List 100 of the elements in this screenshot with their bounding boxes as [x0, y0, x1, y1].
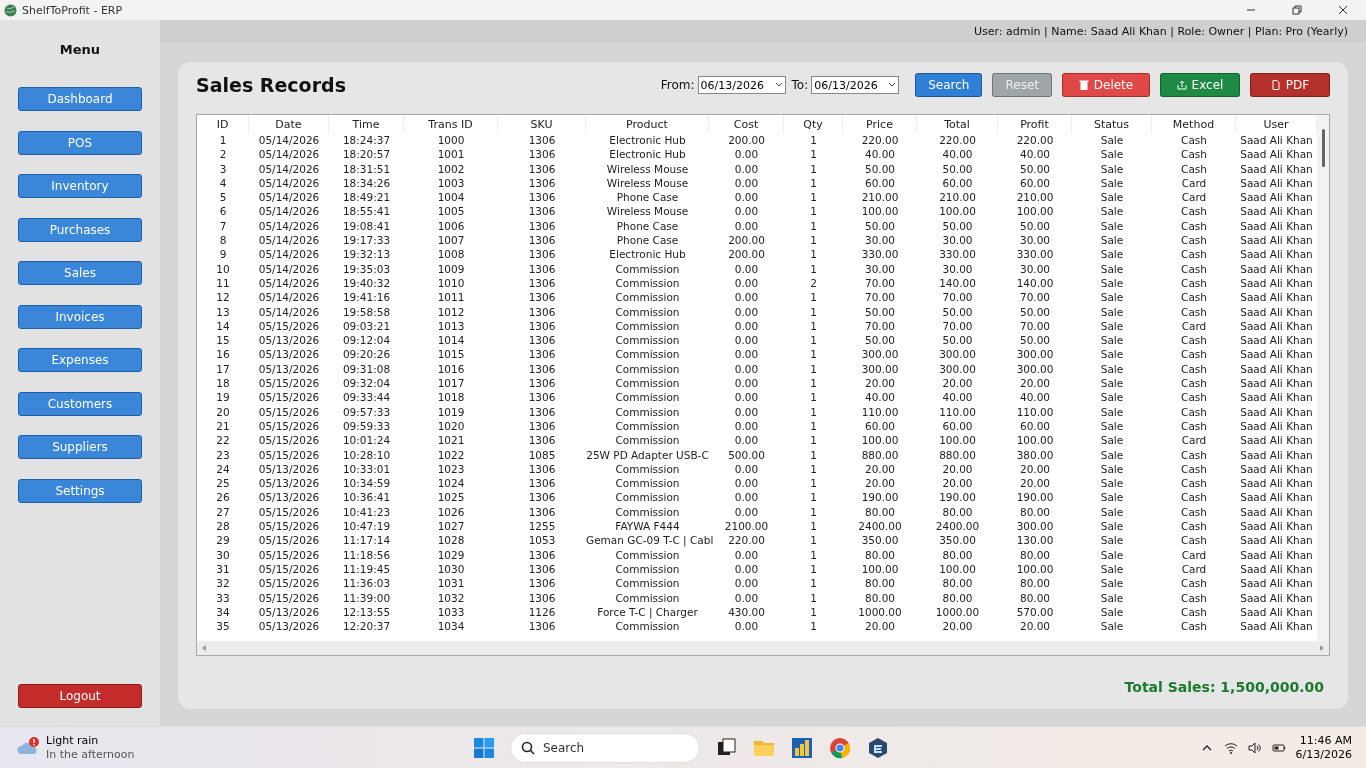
action-button[interactable]: Excel	[1160, 73, 1240, 97]
nav-button[interactable]: Expenses	[18, 348, 142, 372]
table-cell: 34	[216, 605, 230, 618]
table-cell: 1306	[528, 305, 556, 318]
column-header[interactable]: Product	[586, 115, 709, 133]
clock-date[interactable]: 6/13/2026	[1295, 748, 1352, 762]
table-cell: Geman GC-09 T-C | Cabl	[586, 534, 714, 547]
taskbar-search-field[interactable]: Search	[510, 733, 700, 763]
table-cell: 0.00	[734, 148, 759, 161]
search-icon	[521, 741, 535, 755]
table-cell: 1	[810, 491, 817, 504]
logout-button[interactable]: Logout	[18, 684, 142, 708]
table-cell: 05/15/2026	[258, 391, 320, 404]
table-cell: 0.00	[734, 405, 759, 418]
from-date-field[interactable]: 06/13/2026	[697, 76, 786, 94]
to-date-field[interactable]: 06/13/2026	[811, 76, 900, 94]
table-cell: 1029	[437, 548, 465, 561]
table-cell: 1015	[437, 348, 465, 361]
column-header[interactable]: Time	[329, 115, 404, 133]
vertical-scrollbar[interactable]	[1317, 115, 1329, 641]
column-header[interactable]: Method	[1152, 115, 1236, 133]
table-cell: 1306	[528, 362, 556, 375]
table-cell: 05/15/2026	[258, 548, 320, 561]
table-cell: Cash	[1181, 534, 1207, 547]
table-cell: 300.00	[861, 348, 899, 361]
column-header[interactable]: Date	[249, 115, 329, 133]
action-button[interactable]: PDF	[1250, 73, 1330, 97]
column-header[interactable]: Total	[917, 115, 998, 133]
table-cell: Sale	[1100, 362, 1124, 375]
table-cell: Cash	[1181, 219, 1207, 232]
table-cell: 18	[216, 377, 230, 390]
table-cell: 0.00	[734, 334, 759, 347]
table-cell: Sale	[1100, 520, 1124, 532]
table-cell: 05/13/2026	[258, 462, 320, 475]
nav-button[interactable]: Purchases	[18, 217, 142, 242]
clock-time[interactable]: 11:46 AM	[1299, 734, 1352, 748]
column-header[interactable]: Cost	[709, 115, 784, 133]
table-cell: Cash	[1181, 520, 1207, 532]
menu-heading: Menu	[59, 42, 101, 57]
table-cell: 220.00	[939, 134, 976, 146]
table-cell: Sale	[1100, 391, 1124, 404]
table-cell: 20.00	[1019, 462, 1051, 475]
table-cell: 80.00	[864, 591, 896, 604]
table-cell: 1	[810, 391, 817, 404]
table-cell: 0.00	[734, 205, 759, 218]
column-header[interactable]: ID	[197, 115, 249, 133]
table-cell: Phone Case	[616, 234, 679, 247]
browser-icon[interactable]	[828, 736, 852, 760]
table-cell: 1007	[437, 234, 465, 247]
table-cell: 430.00	[728, 605, 765, 618]
close-icon[interactable]	[1338, 5, 1348, 15]
speaker-icon[interactable]	[1247, 741, 1262, 755]
action-button[interactable]: Delete	[1062, 73, 1150, 97]
nav-button[interactable]: Customers	[18, 391, 142, 416]
column-header[interactable]: Qty	[784, 115, 843, 133]
table-cell: 1006	[437, 219, 465, 232]
restore-icon[interactable]	[1292, 5, 1302, 15]
table-cell: Card	[1181, 562, 1207, 575]
table-cell: Saad Ali Khan	[1240, 505, 1313, 518]
column-header[interactable]: SKU	[498, 115, 586, 133]
column-header[interactable]: Status	[1072, 115, 1152, 133]
table-cell: 1	[810, 234, 817, 247]
table-cell: 50.00	[1019, 219, 1051, 232]
battery-icon[interactable]	[1271, 741, 1286, 755]
column-header[interactable]: Price	[843, 115, 917, 133]
table-cell: 1012	[437, 305, 465, 318]
windows-start-icon[interactable]	[472, 736, 496, 760]
table-cell: Sale	[1100, 148, 1124, 161]
nav-button[interactable]: Dashboard	[18, 87, 142, 111]
table-cell: 350.00	[939, 534, 976, 547]
table-cell: 1000	[437, 134, 465, 146]
wifi-icon[interactable]	[1223, 741, 1238, 755]
bar-chart-icon[interactable]	[790, 736, 814, 760]
nav-button[interactable]: POS	[18, 130, 142, 155]
table-cell: 1026	[437, 505, 465, 518]
table-cell: Commission	[615, 362, 680, 375]
column-header[interactable]: Trans ID	[404, 115, 498, 133]
table-cell: 05/14/2026	[258, 176, 320, 189]
table-cell: 1032	[437, 591, 465, 604]
table-cell: 18:55:41	[342, 205, 391, 218]
table-cell: 1	[810, 434, 817, 447]
nav-button[interactable]: Suppliers	[18, 435, 142, 459]
table-cell: 0.00	[734, 291, 759, 304]
app-icon[interactable]	[866, 736, 890, 760]
table-cell: Cash	[1181, 505, 1207, 518]
nav-button[interactable]: Inventory	[18, 174, 142, 198]
action-button[interactable]: Search	[915, 73, 983, 97]
table-cell: Commission	[615, 419, 680, 432]
table-cell: 110.00	[1016, 405, 1054, 418]
table-cell: 220.00	[1016, 134, 1054, 146]
table-cell: 1085	[528, 448, 556, 461]
nav-button[interactable]: Sales	[18, 261, 142, 285]
table-cell: 20.00	[864, 477, 896, 490]
table-cell: 1031	[437, 577, 465, 590]
nav-button[interactable]: Invoices	[18, 304, 142, 329]
table-cell: 05/14/2026	[258, 162, 320, 175]
column-header[interactable]: Profit	[998, 115, 1072, 133]
table-cell: 0.00	[734, 591, 759, 604]
table-cell: 50.00	[864, 334, 896, 347]
nav-button[interactable]: Settings	[18, 478, 142, 503]
